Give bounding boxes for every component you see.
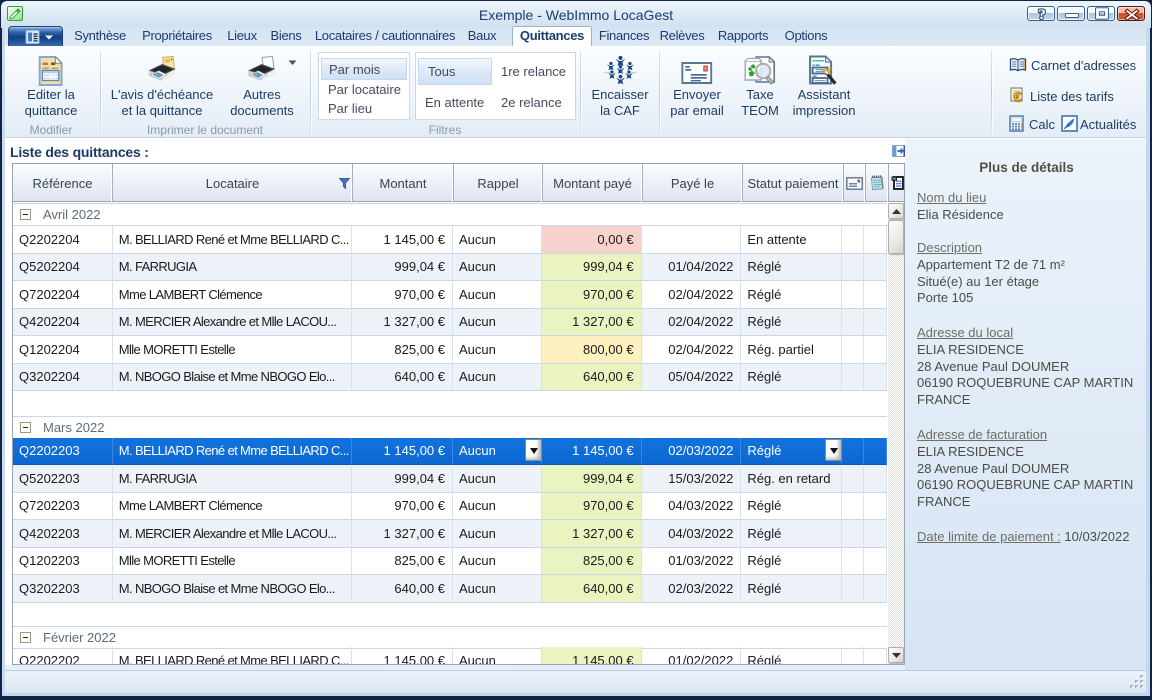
svg-text:€: € bbox=[1014, 89, 1023, 104]
svg-text:?: ? bbox=[1038, 7, 1046, 20]
